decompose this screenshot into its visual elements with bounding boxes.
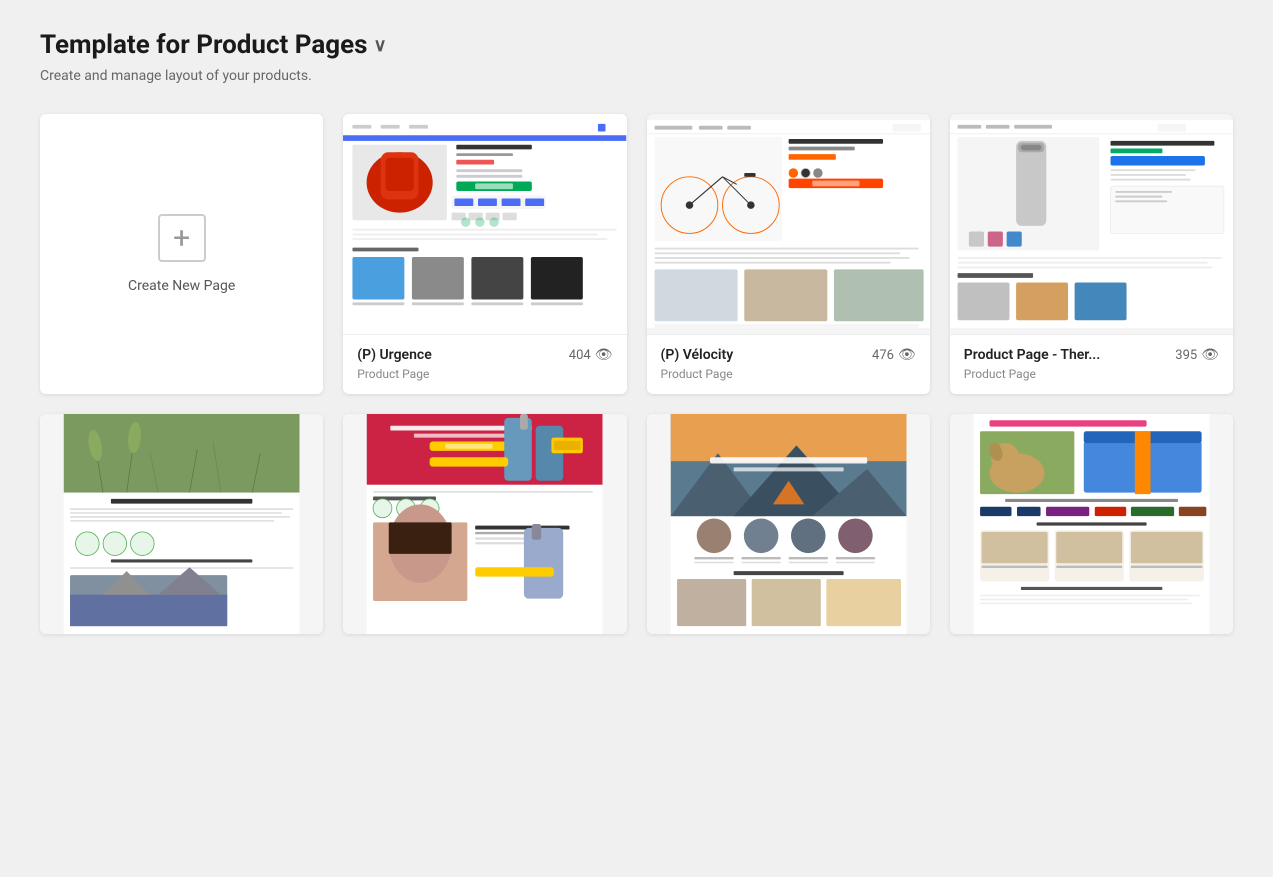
card-info-velocity: (P) Vélocity 476 👁 Product Page [647, 334, 930, 393]
page-subtitle: Create and manage layout of your product… [40, 68, 1233, 84]
card-name-urgence: (P) Urgence [357, 347, 432, 363]
template-card-gift[interactable] [950, 414, 1233, 634]
template-grid: + Create New Page [40, 114, 1233, 634]
card-views-thermos: 395 👁 [1175, 347, 1219, 363]
view-count-velocity: 476 [872, 348, 894, 363]
card-info-thermos: Product Page - Ther... 395 👁 Product Pag… [950, 334, 1233, 393]
card-type-thermos: Product Page [964, 367, 1219, 381]
page-title: Template for Product Pages ∨ [40, 30, 1233, 60]
eye-icon-velocity: 👁 [898, 347, 916, 363]
page-wrapper: Template for Product Pages ∨ Create and … [0, 0, 1273, 664]
view-count-thermos: 395 [1175, 348, 1197, 363]
template-card-facial[interactable] [343, 414, 626, 634]
thumbnail-urgence [343, 114, 626, 334]
template-card-amelia[interactable] [40, 414, 323, 634]
view-count-urgence: 404 [569, 348, 591, 363]
card-views-velocity: 476 👁 [872, 347, 916, 363]
create-new-page-label: Create New Page [128, 278, 235, 294]
card-title-row-velocity: (P) Vélocity 476 👁 [661, 347, 916, 363]
card-title-row-urgence: (P) Urgence 404 👁 [357, 347, 612, 363]
card-name-velocity: (P) Vélocity [661, 347, 734, 363]
page-header: Template for Product Pages ∨ Create and … [40, 30, 1233, 84]
thumbnail-velocity [647, 114, 930, 334]
eye-icon-thermos: 👁 [1201, 347, 1219, 363]
thumbnail-thermos [950, 114, 1233, 334]
thumbnail-facial [343, 414, 626, 634]
template-card-urgence[interactable]: (P) Urgence 404 👁 Product Page [343, 114, 626, 394]
eye-icon: 👁 [595, 347, 613, 363]
card-title-row-thermos: Product Page - Ther... 395 👁 [964, 347, 1219, 363]
card-info-urgence: (P) Urgence 404 👁 Product Page [343, 334, 626, 393]
card-type-velocity: Product Page [661, 367, 916, 381]
template-card-thermos[interactable]: Product Page - Ther... 395 👁 Product Pag… [950, 114, 1233, 394]
plus-icon: + [158, 214, 206, 262]
thumbnail-journey [647, 414, 930, 634]
thumbnail-amelia [40, 414, 323, 634]
page-title-text: Template for Product Pages [40, 30, 368, 60]
create-new-page-card[interactable]: + Create New Page [40, 114, 323, 394]
card-views-urgence: 404 👁 [569, 347, 613, 363]
card-type-urgence: Product Page [357, 367, 612, 381]
template-card-journey[interactable] [647, 414, 930, 634]
template-card-velocity[interactable]: (P) Vélocity 476 👁 Product Page [647, 114, 930, 394]
card-name-thermos: Product Page - Ther... [964, 347, 1101, 363]
thumbnail-gift [950, 414, 1233, 634]
chevron-down-icon[interactable]: ∨ [374, 35, 387, 56]
